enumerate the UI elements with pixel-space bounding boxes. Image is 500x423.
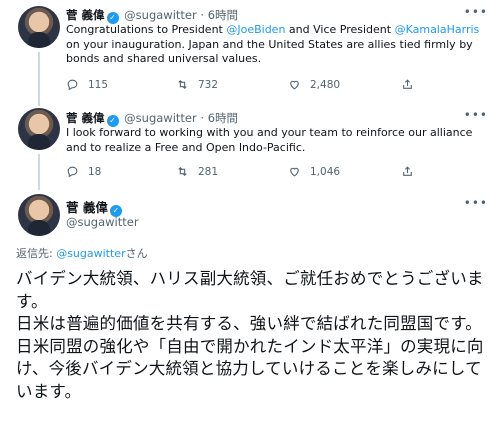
mention-link[interactable]: @KamalaHarris [395, 23, 480, 36]
mention-link[interactable]: @JoeBiden [226, 23, 285, 36]
mention-link[interactable]: @sugawitter [56, 247, 125, 260]
thread-line [38, 154, 40, 190]
like-button[interactable]: 1,046 [288, 165, 340, 178]
separator-dot: · [200, 111, 205, 125]
separator-dot: · [200, 8, 205, 22]
replying-to: 返信先: @sugawitterさん [16, 245, 148, 261]
handle[interactable]: @sugawitter [124, 8, 197, 22]
tweet-header: 菅 義偉 ✓ @sugawitter · 6時間 [66, 110, 238, 127]
avatar[interactable] [18, 194, 60, 236]
reply-icon [67, 166, 78, 178]
retweet-count: 281 [198, 165, 219, 178]
retweet-count: 732 [198, 78, 219, 91]
avatar[interactable] [18, 6, 60, 48]
share-button[interactable] [401, 78, 414, 91]
share-icon [403, 166, 412, 176]
tweet-text: バイデン大統領、ハリス副大統領、ご就任おめでとうございます。 日米は普遍的価値を… [16, 269, 484, 401]
retweet-button[interactable]: 281 [176, 165, 218, 178]
thread-line [38, 52, 40, 106]
display-name[interactable]: 菅 義偉 [66, 111, 105, 125]
display-name[interactable]: 菅 義偉 [66, 8, 105, 22]
like-button[interactable]: 2,480 [288, 78, 340, 91]
handle[interactable]: @sugawitter [66, 215, 139, 229]
text-segment: on your inauguration. Japan and the Unit… [66, 37, 473, 66]
avatar[interactable] [18, 108, 60, 150]
reply-icon [67, 79, 78, 91]
retweet-button[interactable]: 732 [176, 78, 218, 91]
retweet-icon [178, 79, 187, 90]
reply-count: 115 [88, 78, 109, 91]
reply-count: 18 [88, 165, 102, 178]
share-button[interactable] [401, 165, 414, 178]
tweet-actions: 18 281 1,046 [66, 165, 486, 181]
display-name[interactable]: 菅 義偉 ✓ [66, 197, 124, 217]
tweet-text: I look forward to working with you and y… [66, 126, 473, 154]
tweet-actions: 115 732 2,480 [66, 78, 486, 94]
replying-suffix: さん [125, 247, 148, 260]
timestamp[interactable]: 6時間 [208, 8, 238, 22]
replying-prefix: 返信先: [16, 247, 57, 260]
more-icon[interactable]: ••• [464, 5, 488, 19]
handle[interactable]: @sugawitter [124, 111, 197, 125]
tweet-header: 菅 義偉 ✓ @sugawitter · 6時間 [66, 7, 238, 24]
like-count: 1,046 [310, 165, 341, 178]
like-count: 2,480 [310, 78, 341, 91]
heart-icon [290, 80, 299, 90]
retweet-icon [178, 166, 187, 177]
more-icon[interactable]: ••• [464, 196, 488, 210]
timestamp[interactable]: 6時間 [208, 111, 238, 125]
display-name-text: 菅 義偉 [66, 200, 108, 215]
reply-button[interactable]: 115 [66, 78, 108, 91]
reply-button[interactable]: 18 [66, 165, 101, 178]
text-segment: and Vice President [285, 23, 395, 36]
more-icon[interactable]: ••• [464, 108, 488, 122]
tweet-text: Congratulations to President @JoeBiden a… [66, 23, 494, 67]
share-icon [403, 79, 412, 89]
heart-icon [290, 167, 299, 177]
text-segment: Congratulations to President [66, 23, 227, 36]
